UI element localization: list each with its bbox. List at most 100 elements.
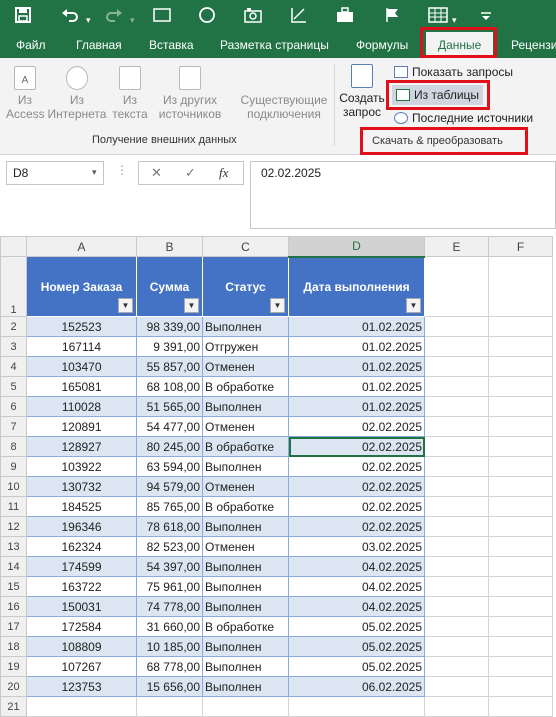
cell-amount[interactable]: 82 523,00 [136,536,203,557]
cell-status[interactable]: Выполнен [202,576,289,597]
cell[interactable] [488,356,553,377]
cell[interactable] [488,536,553,557]
column-header-b[interactable]: B [136,236,203,257]
table-header-order-number[interactable]: Номер Заказа ▼ [26,256,137,317]
cell-status[interactable]: Отменен [202,536,289,557]
cell-order-number[interactable]: 107267 [26,656,137,677]
cell-date[interactable]: 04.02.2025 [288,556,425,577]
undo-dropdown-icon[interactable]: ▾ [86,10,91,30]
filter-dropdown-icon[interactable]: ▼ [270,298,285,313]
cell[interactable] [202,696,289,717]
cell[interactable] [424,496,489,517]
cell-order-number[interactable]: 103470 [26,356,137,377]
cell-amount[interactable]: 94 579,00 [136,476,203,497]
cell-date[interactable]: 01.02.2025 [288,336,425,357]
row-header[interactable]: 8 [0,436,27,457]
row-header[interactable]: 18 [0,636,27,657]
cell-status[interactable]: Выполнен [202,556,289,577]
cell-status[interactable]: Выполнен [202,656,289,677]
cell[interactable] [424,556,489,577]
row-header[interactable]: 9 [0,456,27,477]
row-header[interactable]: 16 [0,596,27,617]
from-text-button[interactable]: Из текста [110,66,150,121]
cell[interactable] [488,416,553,437]
cell[interactable] [424,456,489,477]
table-header-date[interactable]: Дата выполнения ▼ [288,256,425,317]
cell-date[interactable]: 01.02.2025 [288,356,425,377]
cell[interactable] [488,556,553,577]
from-web-button[interactable]: Из Интернета [46,66,108,121]
cell[interactable] [424,476,489,497]
cell-date[interactable]: 01.02.2025 [288,316,425,337]
cell[interactable] [424,396,489,417]
cell[interactable] [488,596,553,617]
cell-date[interactable]: 03.02.2025 [288,536,425,557]
from-access-button[interactable]: A Из Access [6,66,45,121]
show-queries-button[interactable]: Показать запросы [394,62,513,82]
cell[interactable] [424,356,489,377]
cell-status[interactable]: Выполнен [202,516,289,537]
cell-status[interactable]: В обработке [202,436,289,457]
cell-date[interactable]: 05.02.2025 [288,636,425,657]
cell-order-number[interactable]: 174599 [26,556,137,577]
cell-amount[interactable]: 68 778,00 [136,656,203,677]
cell[interactable] [424,656,489,677]
camera-icon[interactable] [244,6,262,30]
cell-amount[interactable]: 98 339,00 [136,316,203,337]
row-header[interactable]: 11 [0,496,27,517]
cell[interactable] [424,436,489,457]
cell[interactable] [488,456,553,477]
tab-file[interactable]: Файл [16,32,46,58]
cell[interactable] [424,676,489,697]
cell-order-number[interactable]: 162324 [26,536,137,557]
cell-date[interactable]: 02.02.2025 [288,516,425,537]
column-header-f[interactable]: F [488,236,553,257]
row-header[interactable]: 4 [0,356,27,377]
cell[interactable] [424,256,489,317]
row-header[interactable]: 6 [0,396,27,417]
cell[interactable] [424,616,489,637]
cell[interactable] [424,636,489,657]
row-header[interactable]: 12 [0,516,27,537]
select-all-corner[interactable] [0,236,27,257]
cell-order-number[interactable]: 165081 [26,376,137,397]
cell-status[interactable]: В обработке [202,496,289,517]
row-header[interactable]: 21 [0,696,27,717]
cell-order-number[interactable]: 150031 [26,596,137,617]
tab-home[interactable]: Главная [76,32,122,58]
table-header-status[interactable]: Статус ▼ [202,256,289,317]
filter-dropdown-icon[interactable]: ▼ [118,298,133,313]
cell[interactable] [488,696,553,717]
cell-amount[interactable]: 63 594,00 [136,456,203,477]
cell-amount[interactable]: 54 397,00 [136,556,203,577]
cancel-icon[interactable]: ✕ [151,162,162,184]
cell-order-number[interactable]: 167114 [26,336,137,357]
cell[interactable] [488,316,553,337]
cell-date[interactable]: 06.02.2025 [288,676,425,697]
row-header[interactable]: 5 [0,376,27,397]
cell-amount[interactable]: 10 185,00 [136,636,203,657]
cell-date[interactable]: 02.02.2025 [288,476,425,497]
cell-order-number[interactable]: 130732 [26,476,137,497]
row-header[interactable]: 15 [0,576,27,597]
cell-status[interactable]: Отменен [202,356,289,377]
cell[interactable] [488,376,553,397]
fx-icon[interactable]: fx [219,162,228,184]
row-header[interactable]: 1 [0,256,27,317]
cell-amount[interactable]: 74 778,00 [136,596,203,617]
circle-shape-icon[interactable] [198,6,216,30]
cell-date[interactable]: 02.02.2025 [288,436,425,457]
name-box[interactable]: D8 [6,161,104,185]
cell[interactable] [424,416,489,437]
cell[interactable] [424,376,489,397]
flag-icon[interactable] [384,6,402,30]
cell-amount[interactable]: 80 245,00 [136,436,203,457]
cell-date[interactable]: 02.02.2025 [288,496,425,517]
row-header[interactable]: 20 [0,676,27,697]
cell-amount[interactable]: 75 961,00 [136,576,203,597]
column-header-d[interactable]: D [288,236,425,258]
row-header[interactable]: 10 [0,476,27,497]
cell-order-number[interactable]: 128927 [26,436,137,457]
cell-status[interactable]: Выполнен [202,316,289,337]
cell-amount[interactable]: 68 108,00 [136,376,203,397]
